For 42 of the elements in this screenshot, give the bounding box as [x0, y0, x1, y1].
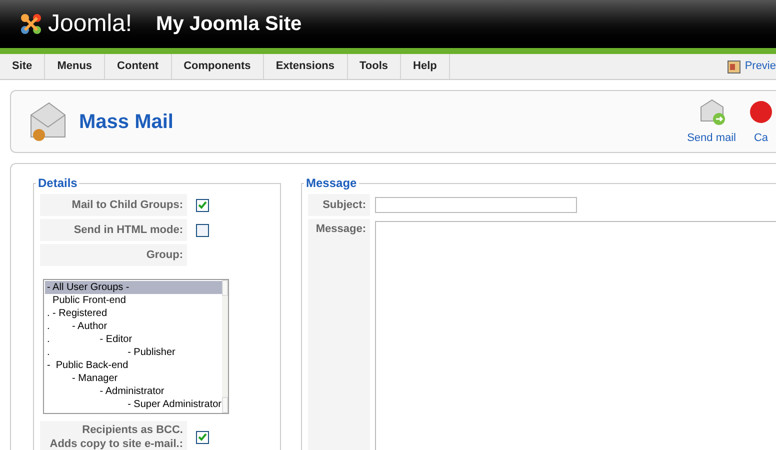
list-option[interactable]: - Manager — [45, 372, 222, 385]
preview-link[interactable]: Previe — [718, 54, 776, 79]
checkmark-icon — [198, 201, 207, 209]
menu-item[interactable]: Site — [0, 54, 46, 79]
menu-item[interactable]: Extensions — [264, 54, 348, 79]
field-label: Message: — [308, 219, 370, 450]
list-option[interactable]: . - Editor — [45, 333, 222, 346]
list-option[interactable]: - Super Administrator — [45, 398, 222, 411]
menu-item[interactable]: Menus — [45, 54, 106, 79]
menu-item[interactable]: Content — [105, 54, 172, 79]
logo-text: Joomla! — [48, 12, 132, 36]
checkbox[interactable] — [196, 198, 209, 212]
site-name: My Joomla Site — [156, 12, 302, 37]
toolbar-button[interactable]: Ca — [746, 96, 776, 146]
list-option[interactable]: - Public Back-end — [45, 359, 222, 372]
checkbox[interactable] — [196, 430, 209, 444]
scrollbar[interactable] — [222, 280, 228, 413]
subject-field[interactable] — [375, 197, 577, 213]
field-label: Send in HTML mode: — [40, 219, 187, 241]
fieldset-legend: Details — [36, 176, 80, 190]
fieldset-legend: Message — [304, 176, 359, 190]
field-label: Recipients as BCC. Adds copy to site e-mail.: — [40, 421, 187, 450]
list-option[interactable]: . - Registered — [45, 307, 222, 320]
list-option[interactable]: . - Publisher — [45, 346, 222, 359]
list-option[interactable]: - Administrator — [45, 385, 222, 398]
field-label: Subject: — [308, 194, 370, 216]
checkmark-icon — [198, 433, 207, 441]
toolbar-button[interactable]: Send mail — [687, 96, 736, 146]
menu-item[interactable]: Tools — [348, 54, 402, 79]
list-option[interactable]: - All User Groups - — [45, 281, 222, 294]
page-title: Mass Mail — [79, 110, 174, 134]
checkbox[interactable] — [196, 224, 209, 236]
list-option[interactable]: . - Author — [45, 320, 222, 333]
group-listbox[interactable]: - All User Groups - Public Front-end . - Registered . - Author . - Editor . - Publisher - Public Back-end - Manager - Administrator - Super Administrator — [43, 279, 229, 414]
logo-icon — [18, 11, 44, 37]
message-field[interactable] — [375, 221, 776, 450]
field-label: Mail to Child Groups: — [40, 194, 187, 216]
list-option[interactable]: Public Front-end — [45, 294, 222, 307]
menu-item[interactable]: Components — [172, 54, 264, 79]
field-label: Group: — [40, 244, 187, 266]
preview-icon — [726, 60, 741, 74]
menu-item[interactable]: Help — [401, 54, 450, 79]
